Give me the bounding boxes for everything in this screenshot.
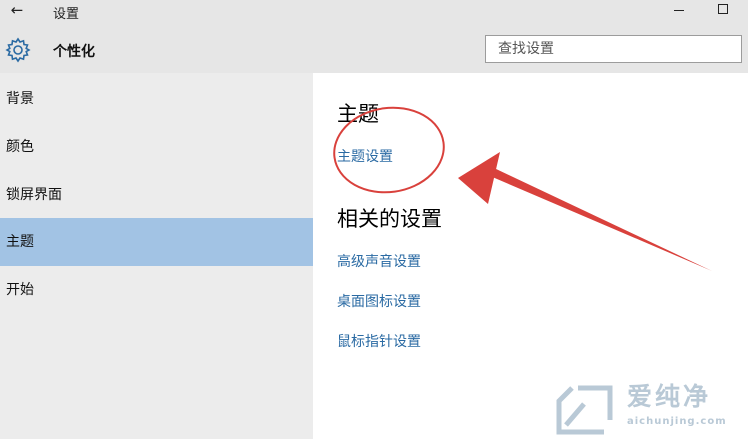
- related-settings-heading: 相关的设置: [337, 207, 442, 231]
- sidebar-item-background[interactable]: 背景: [0, 75, 313, 123]
- mouse-pointer-settings-link[interactable]: 鼠标指针设置: [337, 331, 421, 351]
- sidebar-item-start[interactable]: 开始: [0, 266, 313, 314]
- watermark-url: aichunjing.com: [627, 416, 727, 427]
- search-input[interactable]: 查找设置: [485, 35, 742, 63]
- title-bar: ← 设置: [0, 0, 748, 22]
- sidebar: 背景 颜色 锁屏界面 主题 开始: [0, 73, 313, 439]
- sidebar-item-lock-screen[interactable]: 锁屏界面: [0, 171, 313, 219]
- desktop-icon-settings-link[interactable]: 桌面图标设置: [337, 291, 421, 311]
- theme-heading: 主题: [337, 102, 379, 126]
- maximize-icon[interactable]: [718, 4, 728, 14]
- back-arrow-icon[interactable]: ←: [6, 0, 28, 22]
- sidebar-item-colors[interactable]: 颜色: [0, 123, 313, 171]
- window-title: 设置: [53, 7, 80, 22]
- advanced-sound-settings-link[interactable]: 高级声音设置: [337, 251, 421, 271]
- watermark-text: 爱纯净: [627, 382, 712, 411]
- gear-icon: [5, 37, 31, 63]
- sidebar-item-themes[interactable]: 主题: [0, 218, 313, 266]
- annotation-arrow: [458, 152, 712, 271]
- minimize-icon[interactable]: [674, 10, 684, 11]
- theme-settings-link[interactable]: 主题设置: [337, 146, 393, 166]
- page-header: 个性化 查找设置: [0, 22, 748, 73]
- watermark-logo-icon: [556, 385, 613, 435]
- page-title: 个性化: [53, 44, 95, 60]
